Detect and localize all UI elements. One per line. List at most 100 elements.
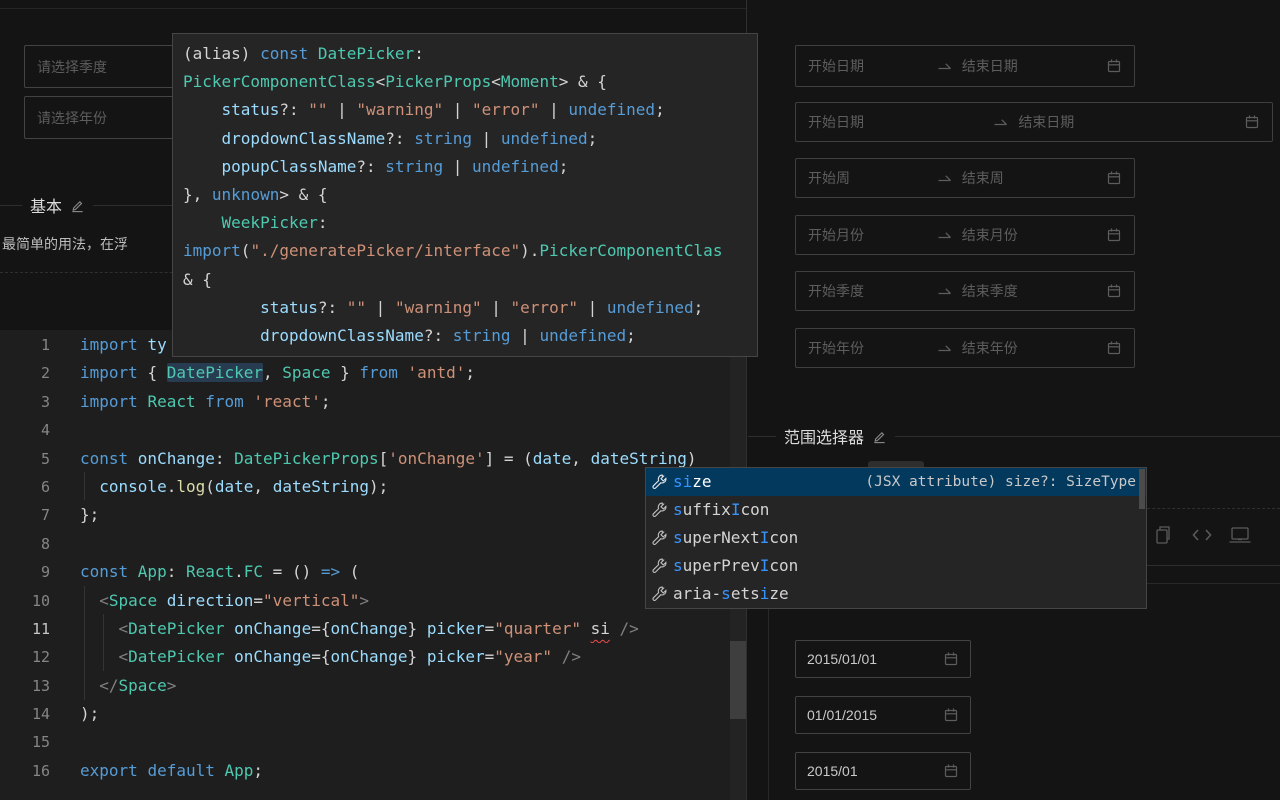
range-picker-input[interactable]: 开始日期 结束日期 bbox=[795, 45, 1135, 87]
code-token: date bbox=[214, 476, 254, 496]
code-token: } bbox=[330, 363, 360, 383]
code-token: ?: bbox=[317, 297, 347, 317]
line-number: 14 bbox=[31, 705, 50, 724]
quarter-picker-placeholder: 请选择季度 bbox=[37, 58, 107, 75]
code-token: | bbox=[443, 100, 473, 120]
autocomplete-dropdown[interactable]: size (JSX attribute) size?: SizeType suffi… bbox=[645, 467, 1147, 609]
line-number: 16 bbox=[31, 761, 50, 780]
code-token: unknown bbox=[211, 184, 280, 204]
line-code: export default App; bbox=[80, 757, 263, 785]
code-token: | bbox=[481, 297, 511, 317]
range-picker-input[interactable]: 开始年份 结束年份 bbox=[795, 328, 1135, 368]
code-token: DatePicker bbox=[317, 44, 415, 63]
code-editor-lines[interactable]: 1 import ty 2 import { DatePicker, Space } … bbox=[0, 331, 746, 785]
code-token: , bbox=[263, 363, 283, 383]
swap-right-arrow-icon bbox=[937, 341, 952, 355]
code-token: } bbox=[407, 647, 418, 667]
code-token: Space bbox=[118, 675, 167, 695]
tooltip-line: status?: "" | "warning" | "error" | unde… bbox=[183, 294, 747, 322]
editor-line[interactable]: 9 const App: React.FC = () => ( bbox=[0, 558, 746, 586]
editor-line[interactable]: 12 <DatePicker onChange={onChange} picke… bbox=[0, 643, 746, 671]
suggest-item[interactable]: aria-setsize bbox=[646, 580, 1146, 608]
line-code: ); bbox=[80, 700, 99, 728]
editor-line[interactable]: 15 bbox=[0, 728, 746, 756]
demo-description: 最简单的用法，在浮 bbox=[2, 236, 128, 252]
editor-line[interactable]: 8 bbox=[0, 530, 746, 558]
wrench-icon bbox=[651, 474, 667, 490]
code-token: { bbox=[147, 363, 167, 383]
editor-line[interactable]: 11 <DatePicker onChange={onChange} picke… bbox=[0, 615, 746, 643]
editor-line[interactable]: 16 export default App; bbox=[0, 757, 746, 785]
line-code: }; bbox=[80, 501, 99, 529]
editor-line[interactable]: 5 const onChange: DatePickerProps['onChan… bbox=[0, 445, 746, 473]
range-picker-input[interactable]: 开始季度 结束季度 bbox=[795, 271, 1135, 311]
range-end-placeholder: 结束日期 bbox=[961, 58, 1018, 74]
code-token: : bbox=[414, 44, 424, 63]
suggest-item[interactable]: superNextIcon bbox=[646, 524, 1146, 552]
calendar-icon bbox=[1106, 283, 1122, 299]
editor-line[interactable]: 6 console.log(date, dateString); bbox=[0, 473, 746, 501]
editor-scrollbar-thumb[interactable] bbox=[730, 641, 746, 719]
sandbox-laptop-icon[interactable] bbox=[1228, 524, 1252, 546]
code-token: ); bbox=[80, 704, 100, 724]
code-token: DatePicker bbox=[166, 363, 264, 383]
next-demo-box-left-border bbox=[768, 583, 769, 800]
date-value: 2015/01 bbox=[807, 763, 858, 779]
swap-right-arrow-icon bbox=[937, 171, 952, 185]
swap-right-arrow-icon bbox=[993, 115, 1008, 129]
code-token: 'onChange' bbox=[388, 448, 485, 468]
suggest-scrollbar-thumb[interactable] bbox=[1139, 469, 1145, 509]
editor-line[interactable]: 3 import React from 'react'; bbox=[0, 388, 746, 416]
date-value: 2015/01/01 bbox=[807, 651, 878, 667]
date-picker-input[interactable]: 2015/01 bbox=[795, 752, 971, 790]
editor-line[interactable]: 2 import { DatePicker, Space } from 'antd… bbox=[0, 359, 746, 387]
tooltip-line: dropdownClassName?: string | undefined; bbox=[183, 125, 747, 153]
range-picker-input[interactable]: 开始月份 结束月份 bbox=[795, 215, 1135, 255]
edit-pencil-icon[interactable] bbox=[872, 429, 887, 444]
editor-line[interactable]: 4 bbox=[0, 416, 746, 444]
range-picker-input[interactable]: 开始日期 结束日期 bbox=[795, 102, 1273, 142]
suggest-item[interactable]: superPrevIcon bbox=[646, 552, 1146, 580]
code-token: /> bbox=[619, 618, 639, 638]
editor-line[interactable]: 14); bbox=[0, 700, 746, 728]
range-picker-input[interactable]: 开始周 结束周 bbox=[795, 158, 1135, 198]
code-token: < bbox=[491, 72, 501, 92]
code-token: < bbox=[375, 72, 386, 92]
code-token: import bbox=[80, 335, 148, 354]
suggest-item[interactable]: suffixIcon bbox=[646, 496, 1146, 524]
code-token: picker bbox=[417, 647, 485, 667]
editor-line[interactable]: 10 <Space direction="vertical"> bbox=[0, 587, 746, 615]
editor-line[interactable]: 13 </Space> bbox=[0, 672, 746, 700]
code-token: export bbox=[80, 760, 148, 780]
edit-pencil-icon[interactable] bbox=[70, 198, 85, 213]
code-token: Space bbox=[108, 590, 158, 610]
swap-right-arrow-icon bbox=[937, 284, 952, 298]
range-start-placeholder: 开始月份 bbox=[808, 227, 864, 243]
code-token: ; bbox=[465, 363, 475, 383]
code-token: => bbox=[320, 562, 341, 582]
copy-code-icon[interactable] bbox=[1152, 524, 1174, 546]
editor-line[interactable]: 7}; bbox=[0, 501, 746, 529]
code-token: App bbox=[224, 760, 254, 780]
wrench-icon bbox=[651, 502, 667, 518]
line-code: console.log(date, dateString); bbox=[80, 473, 388, 501]
code-token: > bbox=[166, 675, 177, 695]
code-token: = ( bbox=[494, 448, 533, 468]
line-code: <Space direction="vertical"> bbox=[80, 587, 369, 615]
range-end-placeholder: 结束月份 bbox=[961, 227, 1018, 243]
code-token: DatePickerProps bbox=[234, 448, 379, 468]
line-code: import ty bbox=[80, 331, 167, 359]
code-token: log bbox=[176, 476, 206, 496]
line-number: 13 bbox=[31, 676, 50, 695]
line-code: </Space> bbox=[80, 672, 176, 700]
show-code-icon[interactable] bbox=[1190, 526, 1214, 544]
line-code: <DatePicker onChange={onChange} picker="… bbox=[80, 615, 639, 643]
date-picker-input[interactable]: 01/01/2015 bbox=[795, 696, 971, 734]
date-picker-input[interactable]: 2015/01/01 bbox=[795, 640, 971, 678]
suggest-item[interactable]: size (JSX attribute) size?: SizeType bbox=[646, 468, 1146, 496]
code-token: dropdownClassName bbox=[183, 325, 424, 345]
